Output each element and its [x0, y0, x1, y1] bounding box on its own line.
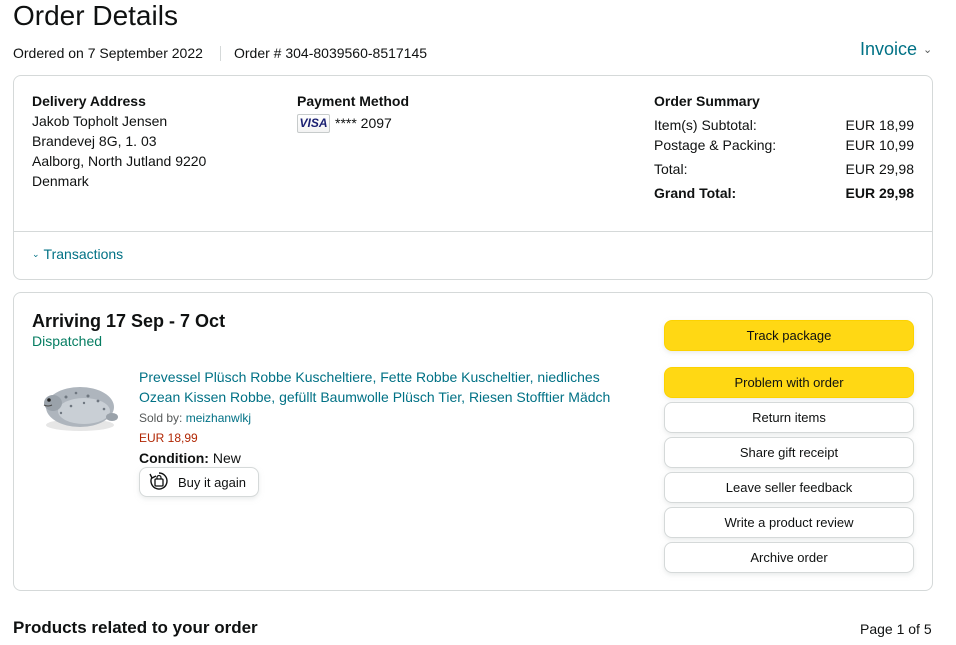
summary-label: Total:: [654, 161, 688, 177]
seller-link[interactable]: meizhanwlkj: [186, 411, 251, 425]
summary-value: EUR 18,99: [845, 117, 914, 133]
summary-value: EUR 29,98: [845, 161, 914, 177]
product-condition: Condition: New: [139, 450, 241, 466]
summary-label: Grand Total:: [654, 185, 737, 201]
summary-row: Total: EUR 29,98: [654, 159, 914, 179]
shipment-card: Arriving 17 Sep - 7 Oct Dispatched Preve…: [13, 292, 933, 591]
summary-row: Postage & Packing: EUR 10,99: [654, 135, 914, 155]
return-items-button[interactable]: Return items: [664, 402, 914, 433]
condition-value: New: [212, 450, 241, 466]
related-products-heading: Products related to your order: [13, 618, 258, 637]
transactions-toggle[interactable]: ⌄ Transactions: [32, 246, 123, 262]
sold-by: Sold by: meizhanwlkj: [139, 411, 251, 425]
track-package-button[interactable]: Track package: [664, 320, 914, 351]
archive-order-button[interactable]: Archive order: [664, 542, 914, 573]
header-separator: [220, 46, 221, 61]
ordered-date: Ordered on 7 September 2022: [13, 45, 203, 61]
share-gift-receipt-button[interactable]: Share gift receipt: [664, 437, 914, 468]
address-line: Jakob Topholt Jensen: [32, 113, 168, 129]
order-summary: Order Summary Item(s) Subtotal: EUR 18,9…: [654, 91, 914, 201]
summary-label: Postage & Packing:: [654, 137, 777, 153]
order-number: Order # 304-8039560-8517145: [234, 45, 428, 61]
write-review-button[interactable]: Write a product review: [664, 507, 914, 538]
condition-label: Condition:: [139, 450, 209, 466]
chevron-down-icon: ⌄: [923, 44, 933, 56]
payment-method: Payment Method VISA **** 2097: [297, 91, 409, 133]
chevron-down-icon: ⌄: [32, 249, 40, 259]
card-divider: [14, 231, 932, 232]
invoice-label: Invoice: [860, 39, 918, 59]
carousel-page-indicator: Page 1 of 5: [860, 621, 932, 637]
delivery-address: Delivery Address Jakob Topholt Jensen Br…: [32, 91, 206, 191]
delivery-heading: Delivery Address: [32, 93, 146, 109]
address-line: Denmark: [32, 173, 89, 189]
page-title: Order Details: [13, 0, 178, 31]
grand-total-row: Grand Total: EUR 29,98: [654, 183, 914, 203]
product-title-link[interactable]: Prevessel Plüsch Robbe Kuscheltiere, Fet…: [139, 367, 629, 407]
transactions-label: Transactions: [43, 246, 124, 262]
summary-heading: Order Summary: [654, 93, 760, 109]
problem-with-order-button[interactable]: Problem with order: [664, 367, 914, 398]
summary-value: EUR 10,99: [845, 137, 914, 153]
arrival-heading: Arriving 17 Sep - 7 Oct: [32, 311, 226, 331]
summary-label: Item(s) Subtotal:: [654, 117, 757, 133]
visa-card-icon: VISA: [297, 113, 330, 133]
shipment-status: Dispatched: [32, 333, 103, 349]
payment-heading: Payment Method: [297, 93, 410, 109]
card-number: **** 2097: [335, 115, 392, 131]
address-line: Brandevej 8G, 1. 03: [32, 133, 157, 149]
address-line: Aalborg, North Jutland 9220: [32, 153, 207, 169]
leave-seller-feedback-button[interactable]: Leave seller feedback: [664, 472, 914, 503]
product-price: EUR 18,99: [139, 431, 198, 445]
summary-row: Item(s) Subtotal: EUR 18,99: [654, 115, 914, 135]
product-image[interactable]: [36, 373, 120, 445]
sold-by-label: Sold by:: [139, 411, 186, 425]
grand-total-value: EUR 29,98: [845, 185, 914, 201]
reorder-icon: [148, 470, 170, 495]
order-info-card: Delivery Address Jakob Topholt Jensen Br…: [13, 75, 933, 280]
invoice-dropdown[interactable]: Invoice ⌄: [860, 39, 932, 60]
seal-plush-image: [43, 387, 118, 431]
buy-again-button[interactable]: Buy it again: [139, 467, 259, 497]
buy-again-label: Buy it again: [178, 474, 246, 490]
